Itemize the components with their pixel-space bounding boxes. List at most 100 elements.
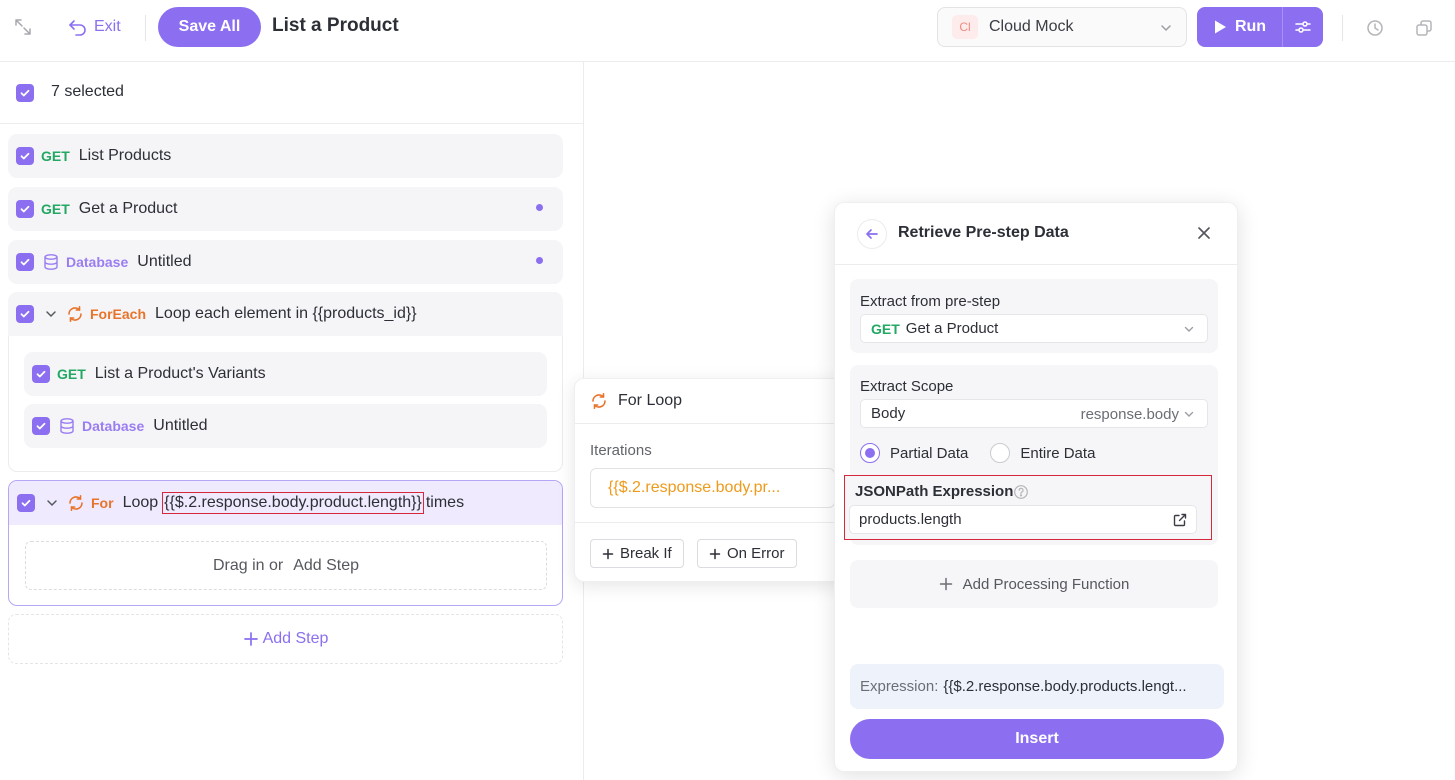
pre-step-select[interactable]: GET Get a Product — [860, 314, 1208, 343]
iterations-label: Iterations — [590, 442, 652, 459]
jsonpath-value: products.length — [859, 511, 962, 528]
iterations-input[interactable]: {{$.2.response.body.pr... — [590, 468, 835, 508]
scope-value: Body — [871, 405, 906, 422]
run-settings-button[interactable] — [1283, 7, 1323, 47]
undo-arrow-icon — [68, 18, 88, 36]
run-button[interactable]: Run — [1197, 7, 1283, 47]
step-item[interactable]: GET List Products — [8, 134, 563, 178]
plus-icon — [243, 631, 259, 647]
selection-count: 7 selected — [51, 83, 124, 100]
exit-button[interactable]: Exit — [68, 16, 121, 38]
step-checkbox[interactable] — [16, 253, 34, 271]
step-name: Untitled — [153, 417, 208, 434]
foreach-step[interactable]: ForEach Loop each element in {{products_… — [8, 292, 563, 336]
expression-value: {{$.2.response.body.products.lengt... — [943, 678, 1187, 695]
method-badge: For — [91, 495, 114, 511]
sliders-icon — [1294, 18, 1312, 36]
loop-icon — [66, 305, 84, 323]
environment-select[interactable]: Cl Cloud Mock — [937, 7, 1187, 47]
step-checkbox[interactable] — [16, 305, 34, 323]
jsonpath-section: JSONPath Expression products.length — [844, 475, 1212, 540]
extract-from-label: Extract from pre-step — [860, 293, 1001, 310]
entire-data-label: Entire Data — [1020, 444, 1096, 462]
add-step-label: Add Step — [262, 630, 329, 647]
data-mode-radios: Partial Data Entire Data — [860, 443, 1095, 463]
retrieve-pre-step-panel: Retrieve Pre-step Data Extract from pre-… — [834, 202, 1238, 772]
step-name: List Products — [78, 147, 172, 164]
back-button[interactable] — [857, 219, 887, 249]
break-if-label: Break If — [620, 545, 672, 562]
for-step: For Loop {{$.2.response.body.product.len… — [8, 480, 563, 606]
step-checkbox[interactable] — [17, 494, 35, 512]
divider — [1342, 15, 1343, 41]
divider — [835, 264, 1237, 265]
step-name: Loop each element in {{products_id}} — [155, 305, 417, 322]
run-group: Run — [1197, 7, 1323, 47]
for-expression[interactable]: {{$.2.response.body.product.length}} — [162, 492, 424, 514]
panel-title: Retrieve Pre-step Data — [898, 224, 1069, 241]
history-icon[interactable] — [1365, 18, 1385, 38]
method-badge: GET — [871, 320, 900, 337]
partial-data-radio[interactable] — [860, 443, 880, 463]
page-title: List a Product — [272, 15, 399, 36]
external-link-icon[interactable] — [1172, 512, 1188, 528]
drop-zone[interactable]: Drag in or Add Step — [25, 541, 547, 590]
for-step-header[interactable]: For Loop {{$.2.response.body.product.len… — [9, 481, 562, 525]
jsonpath-label: JSONPath Expression — [855, 483, 1014, 500]
method-badge: GET — [41, 148, 70, 164]
database-icon — [58, 417, 76, 435]
exit-label: Exit — [94, 18, 121, 35]
method-badge: ForEach — [90, 306, 147, 322]
scope-path: response.body — [1080, 406, 1179, 423]
on-error-button[interactable]: On Error — [697, 539, 797, 568]
step-name: List a Product's Variants — [94, 365, 266, 382]
on-error-label: On Error — [727, 545, 785, 562]
chevron-down-icon — [1183, 408, 1195, 420]
database-icon — [42, 253, 60, 271]
entire-data-radio[interactable] — [990, 443, 1011, 463]
arrow-left-icon — [865, 227, 879, 241]
step-item[interactable]: GET Get a Product — [8, 187, 563, 231]
chevron-down-icon — [1158, 20, 1174, 36]
extract-from-card: Extract from pre-step GET Get a Product — [850, 279, 1218, 353]
run-label: Run — [1234, 18, 1267, 35]
divider — [145, 15, 146, 41]
for-loop-popover: For Loop Iterations {{$.2.response.body.… — [574, 378, 844, 582]
selection-bar: 7 selected — [0, 62, 583, 124]
expand-icon[interactable] — [12, 16, 34, 38]
step-checkbox[interactable] — [32, 417, 50, 435]
add-processing-function-button[interactable]: Add Processing Function — [850, 560, 1218, 608]
expression-preview: Expression: {{$.2.response.body.products… — [850, 664, 1224, 709]
method-badge: GET — [57, 366, 86, 382]
step-item[interactable]: GET List a Product's Variants — [24, 352, 547, 396]
play-icon — [1213, 19, 1227, 35]
help-icon[interactable] — [1013, 484, 1029, 500]
chevron-down-icon[interactable] — [45, 496, 59, 510]
step-item[interactable]: Database Untitled — [8, 240, 563, 284]
add-step-button[interactable]: Add Step — [8, 614, 563, 664]
break-if-button[interactable]: Break If — [590, 539, 684, 568]
drop-add-step-link[interactable]: Add Step — [293, 557, 359, 575]
jsonpath-input[interactable]: products.length — [849, 505, 1197, 534]
chevron-down-icon[interactable] — [44, 307, 58, 321]
step-checkbox[interactable] — [16, 200, 34, 218]
for-prefix: Loop — [122, 494, 159, 511]
plus-icon — [709, 548, 721, 560]
loop-icon — [590, 392, 608, 410]
extract-scope-card: Extract Scope Body response.body Partial… — [844, 365, 1218, 545]
select-all-checkbox[interactable] — [16, 84, 34, 102]
insert-button[interactable]: Insert — [850, 719, 1224, 759]
step-item[interactable]: Database Untitled — [24, 404, 547, 448]
step-name: Untitled — [137, 253, 192, 270]
step-checkbox[interactable] — [16, 147, 34, 165]
copy-icon[interactable] — [1414, 18, 1434, 38]
env-name: Cloud Mock — [989, 18, 1074, 35]
loop-icon — [67, 494, 85, 512]
close-icon[interactable] — [1195, 224, 1213, 242]
step-checkbox[interactable] — [32, 365, 50, 383]
add-processing-label: Add Processing Function — [962, 575, 1130, 593]
scope-select[interactable]: Body response.body — [860, 399, 1208, 428]
chevron-down-icon — [1183, 323, 1195, 335]
save-all-button[interactable]: Save All — [158, 7, 261, 47]
popover-title: For Loop — [618, 392, 683, 409]
